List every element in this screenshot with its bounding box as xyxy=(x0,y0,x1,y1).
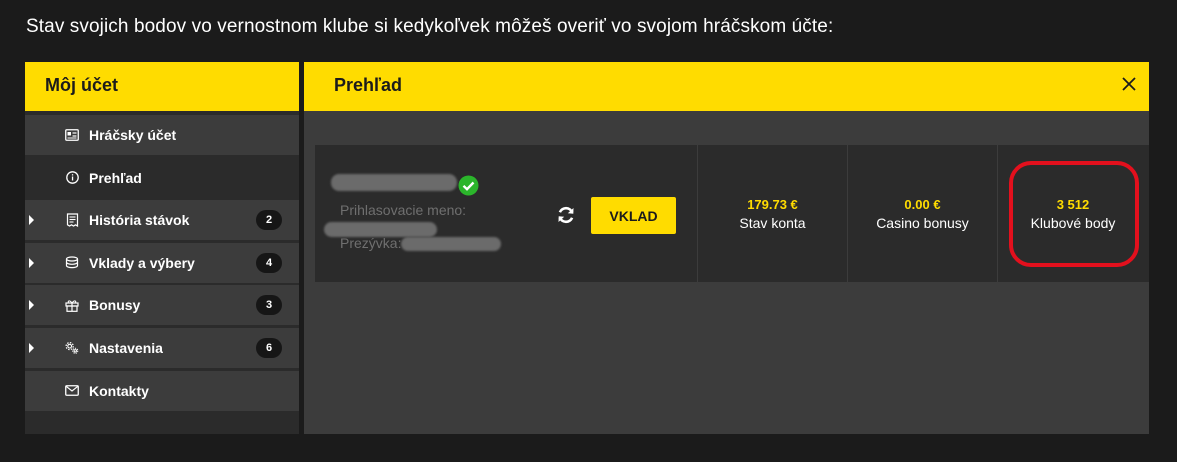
redacted-nickname xyxy=(401,237,501,251)
club-points-value: 3 512 xyxy=(1056,196,1090,212)
envelope-icon xyxy=(65,384,79,398)
sidebar-item-bet-history[interactable]: História stávok 2 xyxy=(25,200,299,241)
sidebar-item-bonuses[interactable]: Bonusy 3 xyxy=(25,285,299,326)
gears-icon xyxy=(65,341,79,355)
check-circle-icon xyxy=(458,175,479,196)
coins-icon xyxy=(65,256,79,270)
panel-header: Prehľad xyxy=(304,62,1149,111)
sidebar-item-label: Nastavenia xyxy=(89,339,163,356)
expand-arrow-icon xyxy=(29,342,34,353)
casino-bonus-label: Casino bonusy xyxy=(876,214,969,231)
user-info: Prihlasovacie meno: Prezývka: VKLAD xyxy=(315,145,698,282)
count-badge: 6 xyxy=(256,337,282,358)
club-points: 3 512 Klubové body xyxy=(998,145,1148,282)
sidebar-item-overview[interactable]: Prehľad xyxy=(25,157,299,198)
sidebar-item-label: Kontakty xyxy=(89,382,149,399)
sidebar-item-label: História stávok xyxy=(89,212,190,229)
account-balance: 179.73 € Stav konta xyxy=(698,145,848,282)
nickname-label: Prezývka: xyxy=(340,235,402,251)
balance-label: Stav konta xyxy=(739,214,806,231)
sidebar-title: Môj účet xyxy=(25,62,299,111)
sidebar-item-label: Prehľad xyxy=(89,169,142,186)
overview-panel: Prehľad Prihlasovacie meno: Prezývka: VK… xyxy=(304,62,1149,434)
count-badge: 3 xyxy=(256,295,282,316)
gift-icon xyxy=(65,298,79,312)
sidebar-item-label: Bonusy xyxy=(89,297,141,314)
balance-value: 179.73 € xyxy=(747,196,798,212)
deposit-button[interactable]: VKLAD xyxy=(591,197,676,234)
casino-bonus-value: 0.00 € xyxy=(904,196,941,212)
count-badge: 2 xyxy=(256,210,282,231)
sidebar-item-deposits-withdrawals[interactable]: Vklady a výbery 4 xyxy=(25,242,299,283)
refresh-icon[interactable] xyxy=(556,205,576,225)
account-overview-card: Prihlasovacie meno: Prezývka: VKLAD 179.… xyxy=(315,145,1149,282)
club-points-label: Klubové body xyxy=(1030,214,1116,231)
panel-title: Prehľad xyxy=(334,75,402,95)
login-name-label: Prihlasovacie meno: xyxy=(340,202,467,218)
sidebar-item-label: Vklady a výbery xyxy=(89,254,195,271)
account-sidebar: Môj účet Hráčsky účet Prehľad História s… xyxy=(25,62,299,434)
info-icon xyxy=(65,171,79,185)
intro-text: Stav svojich bodov vo vernostnom klube s… xyxy=(26,16,834,37)
close-icon[interactable] xyxy=(1117,72,1141,96)
sidebar-menu: Hráčsky účet Prehľad História stávok 2 V… xyxy=(25,111,299,411)
sidebar-item-settings[interactable]: Nastavenia 6 xyxy=(25,327,299,368)
sidebar-item-player-account[interactable]: Hráčsky účet xyxy=(25,115,299,155)
expand-arrow-icon xyxy=(29,257,34,268)
id-card-icon xyxy=(65,128,79,142)
expand-arrow-icon xyxy=(29,300,34,311)
redacted-username xyxy=(331,174,457,191)
expand-arrow-icon xyxy=(29,215,34,226)
sidebar-item-contacts[interactable]: Kontakty xyxy=(25,370,299,411)
sidebar-item-label: Hráčsky účet xyxy=(89,127,177,143)
casino-bonus: 0.00 € Casino bonusy xyxy=(848,145,998,282)
receipt-icon xyxy=(65,213,79,228)
count-badge: 4 xyxy=(256,252,282,273)
